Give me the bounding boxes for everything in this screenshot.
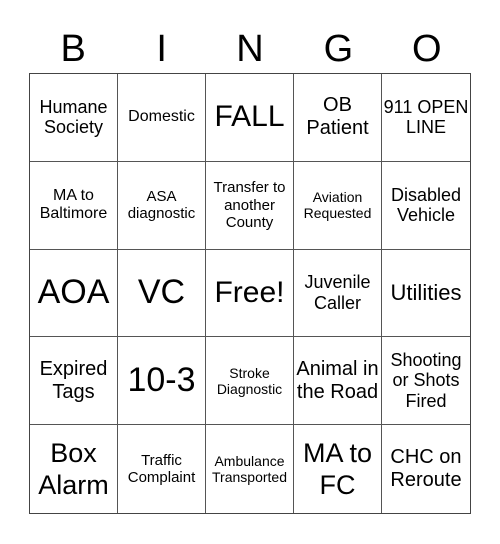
header-letter-i: I	[156, 28, 167, 70]
header-letter-o: O	[412, 28, 442, 70]
bingo-cell[interactable]: Shooting or Shots Fired	[382, 337, 470, 426]
bingo-cell[interactable]: Humane Society	[30, 74, 118, 162]
bingo-cell[interactable]: Traffic Complaint	[118, 425, 206, 513]
bingo-cell[interactable]: Animal in the Road	[294, 337, 382, 426]
free-space[interactable]: Free!	[206, 249, 294, 338]
bingo-cell[interactable]: 10-3	[118, 337, 206, 426]
header-letter-b: B	[60, 28, 86, 70]
bingo-cell[interactable]: OB Patient	[294, 74, 382, 162]
bingo-cell[interactable]: Ambulance Transported	[206, 425, 294, 513]
bingo-cell[interactable]: Juvenile Caller	[294, 249, 382, 338]
header-letter-g: G	[323, 28, 354, 70]
bingo-cell[interactable]: Stroke Diagnostic	[206, 337, 294, 426]
bingo-cell[interactable]: Domestic	[118, 74, 206, 162]
bingo-cell[interactable]: FALL	[206, 74, 294, 162]
bingo-cell[interactable]: VC	[118, 249, 206, 338]
bingo-cell[interactable]: 911 OPEN LINE	[382, 74, 470, 162]
bingo-cell[interactable]: AOA	[30, 249, 118, 338]
bingo-cell[interactable]: MA to Baltimore	[30, 161, 118, 250]
bingo-cell[interactable]: Expired Tags	[30, 337, 118, 426]
bingo-cell[interactable]: Box Alarm	[30, 425, 118, 513]
bingo-grid: Humane Society Domestic FALL OB Patient …	[29, 73, 471, 514]
bingo-cell[interactable]: Disabled Vehicle	[382, 162, 470, 250]
bingo-cell[interactable]: ASA diagnostic	[118, 161, 206, 250]
header-letter-n: N	[236, 28, 264, 70]
bingo-cell[interactable]: MA to FC	[294, 425, 382, 513]
bingo-header: B I N G O	[29, 24, 471, 74]
bingo-cell[interactable]: Transfer to another County	[206, 161, 294, 250]
bingo-cell[interactable]: CHC on Reroute	[382, 425, 470, 513]
bingo-cell[interactable]: Aviation Requested	[294, 161, 382, 250]
bingo-cell[interactable]: Utilities	[382, 250, 470, 338]
